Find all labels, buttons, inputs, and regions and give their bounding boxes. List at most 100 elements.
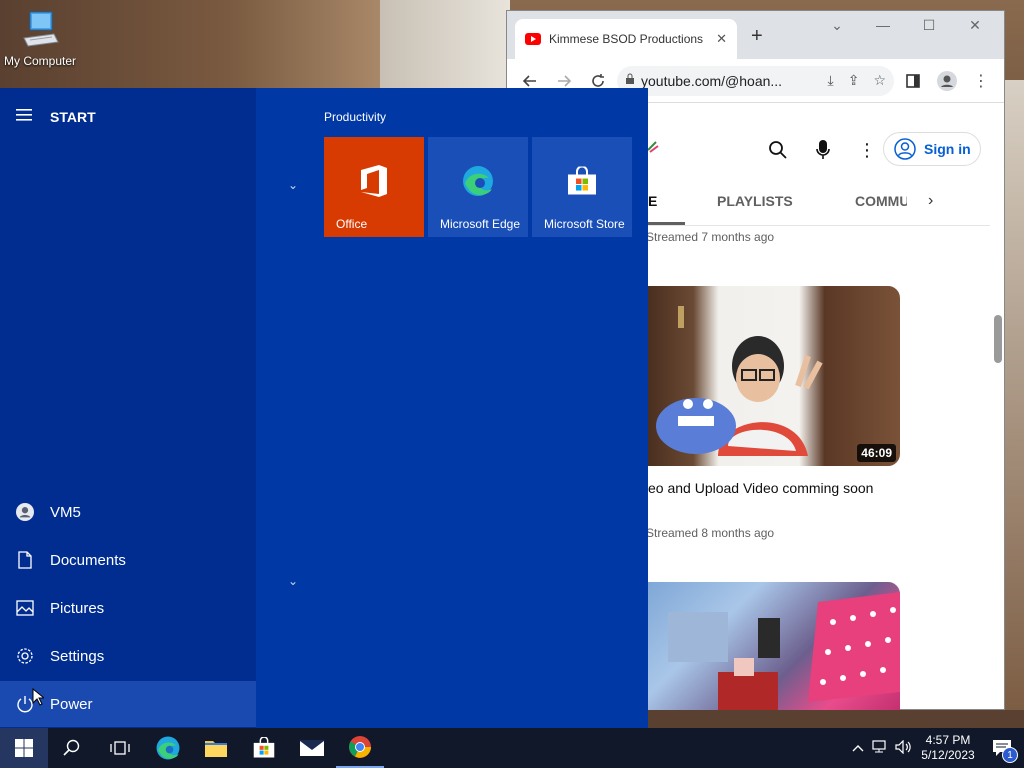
start-header-label: START bbox=[50, 108, 96, 125]
mouse-cursor-icon bbox=[32, 688, 44, 706]
tab-home[interactable]: E bbox=[648, 193, 657, 209]
notification-badge: 1 bbox=[1002, 747, 1018, 763]
start-menu-left-pane: START VM5 Documents Pictures Settings Po… bbox=[0, 88, 256, 728]
microphone-icon[interactable] bbox=[815, 139, 831, 166]
close-window-button[interactable]: ✕ bbox=[952, 17, 998, 34]
chevron-right-icon[interactable]: › bbox=[928, 192, 933, 210]
tab-community[interactable]: COMMU bbox=[855, 193, 907, 209]
video-meta: Streamed 8 months ago bbox=[646, 526, 775, 540]
search-icon[interactable] bbox=[768, 140, 788, 165]
desktop-icon-my-computer[interactable]: My Computer bbox=[2, 8, 78, 68]
url-field[interactable]: youtube.com/@hoan... ⤓ ⇪ ☆ bbox=[617, 65, 894, 96]
bookmark-star-icon[interactable]: ☆ bbox=[873, 72, 886, 89]
signin-button[interactable]: Sign in bbox=[883, 132, 981, 166]
channel-tabs: E PLAYLISTS COMMU › bbox=[648, 180, 990, 226]
clock-date: 5/12/2023 bbox=[921, 748, 975, 762]
start-item-label: Settings bbox=[50, 647, 105, 665]
chevron-down-icon[interactable]: ⌄ bbox=[288, 178, 298, 192]
youtube-logo-fragment bbox=[647, 138, 660, 160]
maximize-button[interactable]: ☐ bbox=[906, 17, 952, 34]
minimize-button[interactable]: — bbox=[860, 17, 906, 34]
video-meta: Streamed 7 months ago bbox=[646, 230, 775, 244]
wallpaper-region bbox=[380, 0, 510, 90]
youtube-icon bbox=[525, 33, 541, 45]
more-options-icon[interactable]: ⋮ bbox=[858, 140, 876, 161]
system-tray: 4:57 PM 5/12/2023 1 bbox=[848, 728, 1024, 768]
install-icon[interactable]: ⤓ bbox=[828, 72, 834, 89]
start-item-label: Pictures bbox=[50, 599, 105, 617]
edge-icon bbox=[461, 164, 495, 201]
scrollbar-thumb[interactable] bbox=[994, 315, 1002, 363]
menu-kebab-icon[interactable]: ⋮ bbox=[966, 66, 996, 96]
thumbnail-image bbox=[656, 306, 823, 456]
tab-title: Kimmese BSOD Productions bbox=[549, 32, 704, 46]
arrow-right-icon bbox=[558, 74, 572, 87]
wallpaper-region bbox=[648, 710, 1024, 728]
tab-strip: Kimmese BSOD Productions ✕ + ⌄ — ☐ ✕ bbox=[507, 11, 1004, 59]
start-item-label: Documents bbox=[50, 551, 126, 569]
chevron-down-icon[interactable]: ⌄ bbox=[288, 574, 298, 588]
computer-icon bbox=[20, 8, 60, 52]
video-duration: 46:09 bbox=[857, 444, 896, 462]
browser-tab[interactable]: Kimmese BSOD Productions ✕ bbox=[515, 19, 737, 59]
taskbar-search-button[interactable] bbox=[48, 728, 96, 768]
desktop-icon-label: My Computer bbox=[3, 54, 77, 68]
account-icon bbox=[894, 138, 916, 160]
tab-close-button[interactable]: ✕ bbox=[716, 31, 727, 47]
video-thumbnail[interactable] bbox=[648, 582, 900, 710]
tab-search-icon[interactable]: ⌄ bbox=[814, 17, 860, 34]
tile-microsoft-store[interactable]: Microsoft Store bbox=[532, 137, 632, 237]
folder-icon bbox=[205, 741, 227, 757]
chevron-up-icon[interactable] bbox=[848, 741, 868, 755]
video-thumbnail[interactable]: 46:09 bbox=[648, 286, 900, 466]
url-text: youtube.com/@hoan... bbox=[641, 72, 783, 89]
clock[interactable]: 4:57 PM 5/12/2023 bbox=[916, 733, 980, 763]
taskbar: 4:57 PM 5/12/2023 1 bbox=[0, 728, 1024, 768]
start-item-pictures[interactable]: Pictures bbox=[0, 585, 256, 631]
wallpaper-region bbox=[1005, 80, 1024, 728]
start-button[interactable] bbox=[0, 728, 48, 768]
mail-icon bbox=[299, 739, 325, 756]
task-view-button[interactable] bbox=[96, 728, 144, 768]
side-panel-icon[interactable] bbox=[898, 66, 928, 96]
start-item-user[interactable]: VM5 bbox=[0, 489, 256, 535]
signin-label: Sign in bbox=[924, 141, 971, 157]
start-item-documents[interactable]: Documents bbox=[0, 537, 256, 583]
gear-icon bbox=[16, 647, 34, 665]
task-view-icon bbox=[110, 741, 130, 755]
taskbar-chrome[interactable] bbox=[336, 728, 384, 768]
window-controls: ⌄ — ☐ ✕ bbox=[814, 17, 998, 34]
document-icon bbox=[16, 551, 34, 569]
start-item-settings[interactable]: Settings bbox=[0, 633, 256, 679]
profile-avatar-icon[interactable] bbox=[932, 66, 962, 96]
taskbar-file-explorer[interactable] bbox=[192, 728, 240, 768]
pictures-icon bbox=[16, 599, 34, 617]
tile-label: Microsoft Store bbox=[544, 217, 625, 231]
new-tab-button[interactable]: + bbox=[751, 25, 763, 48]
search-icon bbox=[63, 739, 80, 756]
start-item-label: VM5 bbox=[50, 503, 81, 521]
clock-time: 4:57 PM bbox=[925, 733, 971, 747]
start-header: START bbox=[16, 108, 96, 125]
taskbar-edge[interactable] bbox=[144, 728, 192, 768]
windows-logo-icon bbox=[15, 739, 33, 757]
notification-center-button[interactable]: 1 bbox=[980, 739, 1024, 763]
volume-icon[interactable] bbox=[892, 739, 916, 757]
start-menu: START VM5 Documents Pictures Settings Po… bbox=[0, 88, 648, 728]
video-title[interactable]: eo and Upload Video comming soon bbox=[648, 480, 873, 496]
user-icon bbox=[16, 503, 34, 521]
taskbar-mail[interactable] bbox=[288, 728, 336, 768]
tab-playlists[interactable]: PLAYLISTS bbox=[717, 193, 793, 209]
network-icon[interactable] bbox=[868, 739, 892, 757]
tile-label: Microsoft Edge bbox=[440, 217, 521, 231]
chrome-icon bbox=[349, 736, 371, 758]
tile-office[interactable]: Office bbox=[324, 137, 424, 237]
edge-icon bbox=[156, 736, 180, 760]
tile-label: Office bbox=[336, 217, 368, 231]
hamburger-menu-icon[interactable] bbox=[16, 108, 34, 125]
taskbar-store[interactable] bbox=[240, 728, 288, 768]
store-icon bbox=[566, 165, 598, 200]
share-icon[interactable]: ⇪ bbox=[848, 72, 860, 89]
tile-group-label: Productivity bbox=[324, 110, 387, 124]
tile-microsoft-edge[interactable]: Microsoft Edge bbox=[428, 137, 528, 237]
